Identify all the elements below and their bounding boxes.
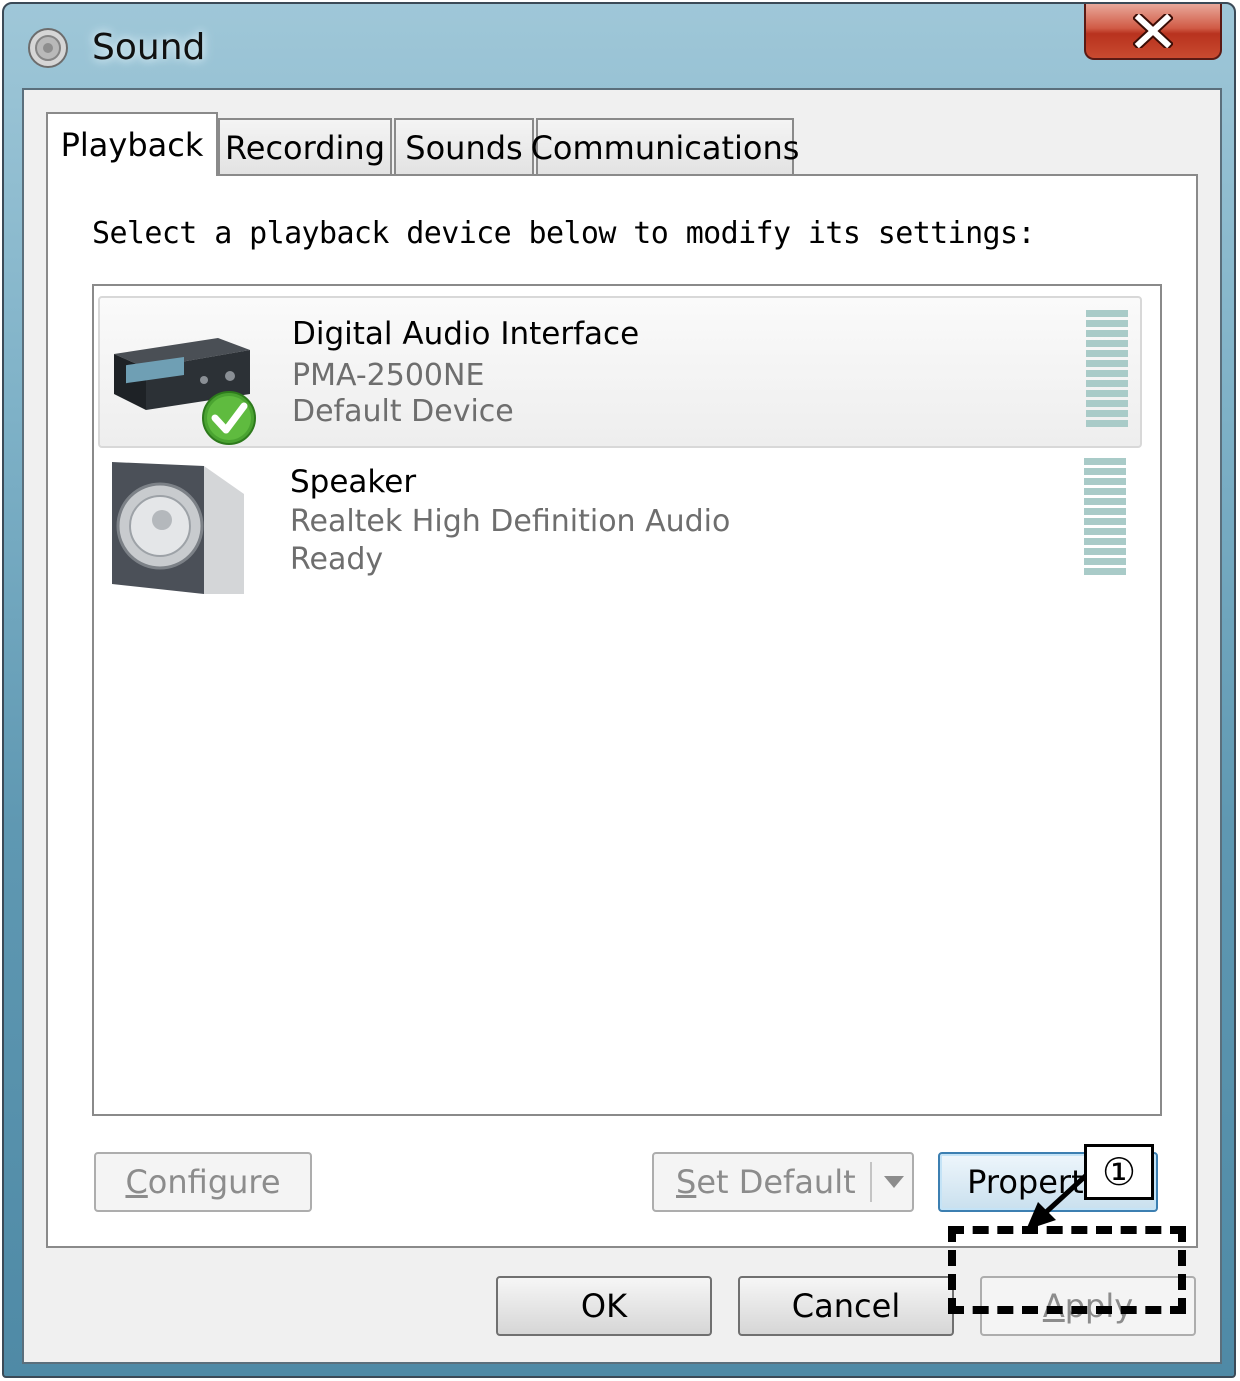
device-status: Default Device — [292, 394, 514, 429]
apply-mnemonic: A — [1042, 1287, 1065, 1325]
close-button[interactable] — [1084, 4, 1222, 60]
apply-label: pply — [1064, 1287, 1134, 1325]
device-name: Speaker — [290, 464, 417, 500]
cancel-label: Cancel — [791, 1287, 901, 1325]
configure-mnemonic: C — [125, 1163, 148, 1201]
tab-label: Recording — [224, 129, 386, 167]
device-list[interactable]: Digital Audio Interface PMA-2500NE Defau… — [92, 284, 1162, 1116]
tab-panel: Select a playback device below to modify… — [46, 174, 1198, 1314]
tab-recording[interactable]: Recording — [218, 118, 392, 176]
device-model: PMA-2500NE — [292, 358, 485, 393]
tab-communications[interactable]: Communications — [531, 118, 799, 176]
dialog-client-area: Playback Recording Sounds Communications… — [22, 88, 1222, 1364]
tab-label: Communications — [530, 129, 800, 167]
tab-playback[interactable]: Playback — [46, 112, 218, 176]
volume-meter — [1084, 458, 1126, 575]
set-default-button[interactable]: Set Default — [652, 1152, 914, 1212]
tab-sounds[interactable]: Sounds — [394, 118, 534, 176]
window-frame: Sound Playback Recording Sounds Communic… — [2, 2, 1236, 1378]
device-status: Ready — [290, 542, 384, 577]
list-item-digital-audio-interface[interactable]: Digital Audio Interface PMA-2500NE Defau… — [98, 296, 1142, 448]
volume-meter — [1086, 310, 1128, 427]
set-default-label: et Default — [696, 1163, 856, 1201]
ok-button[interactable]: OK — [496, 1276, 712, 1336]
set-default-mnemonic: S — [676, 1163, 697, 1201]
tab-label: Playback — [60, 126, 204, 164]
ok-label: OK — [580, 1287, 628, 1325]
chevron-down-icon[interactable] — [882, 1174, 906, 1190]
apply-button[interactable]: Apply — [980, 1276, 1196, 1336]
instruction-text: Select a playback device below to modify… — [92, 216, 1036, 251]
speaker-icon — [28, 28, 68, 68]
window-title: Sound — [92, 27, 206, 68]
split-separator — [870, 1162, 872, 1202]
speaker-device-icon — [112, 462, 244, 594]
configure-button[interactable]: Configure — [94, 1152, 312, 1212]
configure-label: onfigure — [147, 1163, 281, 1201]
callout-number: ① — [1084, 1144, 1154, 1200]
cancel-button[interactable]: Cancel — [738, 1276, 954, 1336]
device-model: Realtek High Definition Audio — [290, 504, 731, 539]
close-icon — [1133, 14, 1173, 48]
list-item-speaker[interactable]: Speaker Realtek High Definition Audio Re… — [98, 454, 1142, 606]
device-name: Digital Audio Interface — [292, 316, 640, 352]
tab-label: Sounds — [405, 129, 523, 167]
checkmark-icon — [202, 391, 256, 445]
